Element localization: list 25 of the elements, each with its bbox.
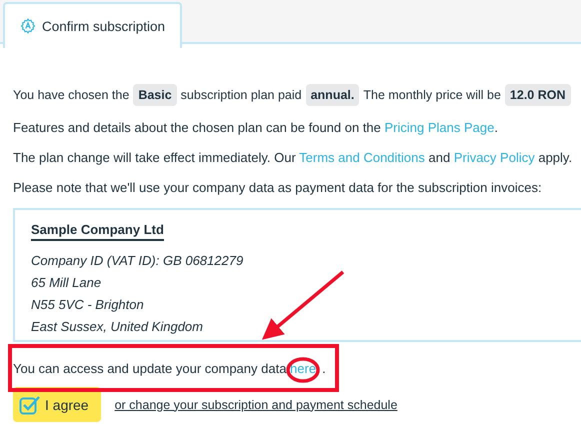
- summary-text: The monthly price will be: [363, 88, 501, 102]
- highlight-circle: [286, 357, 320, 383]
- text-link[interactable]: Pricing Plans Page: [384, 120, 494, 135]
- paragraph: The plan change will take effect immediately. Our Terms and Conditions and Privacy Policy apply.: [13, 149, 574, 167]
- summary-text: subscription plan paid: [180, 88, 302, 102]
- summary-text: You have chosen the: [13, 88, 130, 102]
- plan-tag: 12.0 RON: [504, 84, 571, 106]
- gear-icon: [20, 18, 36, 34]
- address-line: 65 Mill Lane: [31, 274, 102, 292]
- text-link[interactable]: here: [290, 361, 316, 376]
- company-name: Sample Company Ltd: [31, 222, 164, 241]
- note-text: You can access and update your company data: [13, 361, 288, 376]
- paragraph: Features and details about the chosen plan can be found on the Pricing Plans Page.: [13, 119, 499, 137]
- note-text: .: [322, 361, 326, 376]
- text-link[interactable]: Terms and Conditions: [299, 150, 425, 165]
- checkbox-tick-icon: [19, 394, 41, 414]
- address-line: N55 5VC - Brighton: [31, 296, 145, 314]
- plan-tag: annual.: [306, 84, 360, 106]
- plan-tag: Basic: [133, 84, 177, 106]
- change-link[interactable]: or change your subscription and payment schedule: [114, 398, 398, 412]
- address-line: East Sussex, United Kingdom: [31, 318, 204, 336]
- tab[interactable]: Confirm subscription: [3, 2, 182, 48]
- text-link[interactable]: Privacy Policy: [454, 150, 535, 165]
- address-line: Company ID (VAT ID): GB 06812279: [31, 252, 244, 270]
- paragraph: Please note that we'll use your company data as payment data for the subscription invoices:: [13, 179, 543, 197]
